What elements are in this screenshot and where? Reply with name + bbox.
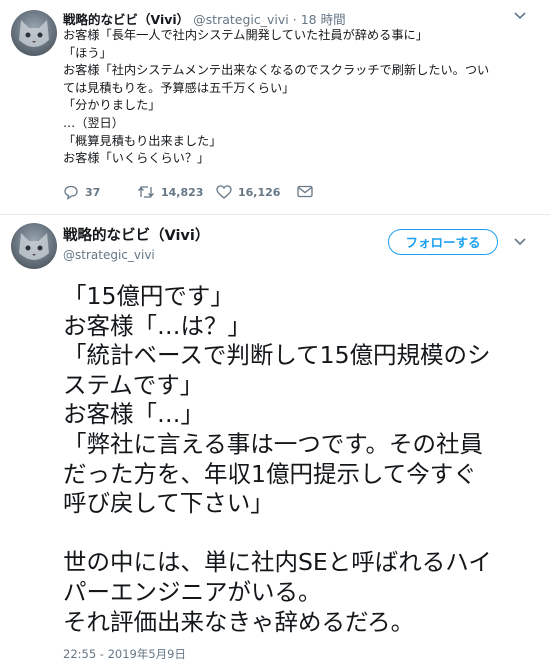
- tweet-line: ステムです」: [63, 370, 204, 399]
- retweet-count: 14,823: [161, 185, 204, 199]
- tweet-timestamp[interactable]: 22:55 - 2019年5月9日: [63, 646, 186, 662]
- tweet-line: 「分かりました」: [63, 98, 161, 113]
- display-name[interactable]: 戦略的なビビ（Vivi）: [63, 12, 189, 27]
- avatar[interactable]: [11, 10, 57, 56]
- tweet-line: お客様「長年一人で社内システム開発していた社員が辞める事に」: [63, 28, 428, 42]
- tweet-line: 呼び戻して下さい」: [63, 489, 274, 518]
- like-button[interactable]: 16,126: [216, 185, 280, 199]
- display-name[interactable]: 戦略的なビビ（Vivi）: [63, 224, 209, 245]
- tweet-time[interactable]: 18 時間: [301, 12, 346, 27]
- divider: [0, 214, 550, 215]
- reply-button[interactable]: 37: [63, 185, 100, 200]
- handle[interactable]: @strategic_vivi: [193, 12, 289, 27]
- tweet-line: お客様「社内システムメンテ出来なくなるのでスクラッチで刷新したい。つい: [63, 63, 490, 78]
- follow-button[interactable]: フォローする: [388, 229, 498, 255]
- dm-button[interactable]: [297, 185, 313, 198]
- reply-icon: [64, 185, 78, 200]
- chevron-down-icon[interactable]: [514, 10, 526, 23]
- like-count: 16,126: [238, 185, 281, 199]
- tweet-line: ては見積もりを。予算感は五千万くらい」: [63, 80, 295, 95]
- avatar[interactable]: [11, 223, 57, 269]
- heart-icon: [216, 185, 232, 199]
- tweet-text: 「15億円です」 お客様「…は？」 「統計ベースで判断して15億円規模のシ ステ…: [63, 282, 543, 637]
- tweet-line: 「15億円です」: [63, 282, 234, 310]
- chevron-down-icon[interactable]: [514, 236, 526, 249]
- tweet-line: お客様「…」: [63, 400, 204, 429]
- retweet-button[interactable]: 14,823: [137, 185, 203, 199]
- tweet-line: 「概算見積もり出来ました」: [63, 133, 222, 148]
- retweet-icon: [138, 186, 154, 198]
- tweet-line: パーエンジニアがいる。: [63, 577, 322, 606]
- tweet-line: 「統計ベースで判断して15億円規模のシ: [63, 341, 491, 370]
- envelope-icon: [297, 185, 313, 198]
- tweet-actions: 37 14,823 16,126: [63, 185, 423, 203]
- tweet-line: お客様「いくらくらい？」: [63, 151, 210, 166]
- tweet-1: 戦略的なビビ（Vivi） @strategic_vivi · 18 時間 お客様…: [0, 0, 550, 214]
- tweet-line: お客様「…は？」: [63, 311, 251, 340]
- handle[interactable]: @strategic_vivi: [63, 248, 155, 262]
- tweet-text: お客様「長年一人で社内システム開発していた社員が辞める事に」 「ほう」 お客様「…: [63, 27, 533, 168]
- tweet-line: だった方を、年収1億円提示して今すぐ: [63, 459, 477, 488]
- reply-count: 37: [85, 186, 101, 199]
- tweet-line: 世の中には、単に社内SEと呼ばれるハイ: [63, 548, 492, 577]
- cat-avatar-image: [19, 233, 49, 260]
- tweet-header: 戦略的なビビ（Vivi） @strategic_vivi · 18 時間: [63, 9, 346, 28]
- tweet-line: それ評価出来なきゃ辞めるだろ。: [63, 607, 415, 636]
- tweet-line: 「弊社に言える事は一つです。その社員: [63, 429, 483, 458]
- tweet-line: 「ほう」: [63, 45, 112, 60]
- tweet-line: …（翌日）: [63, 115, 124, 130]
- cat-avatar-image: [19, 20, 49, 47]
- time-separator: ·: [292, 12, 297, 27]
